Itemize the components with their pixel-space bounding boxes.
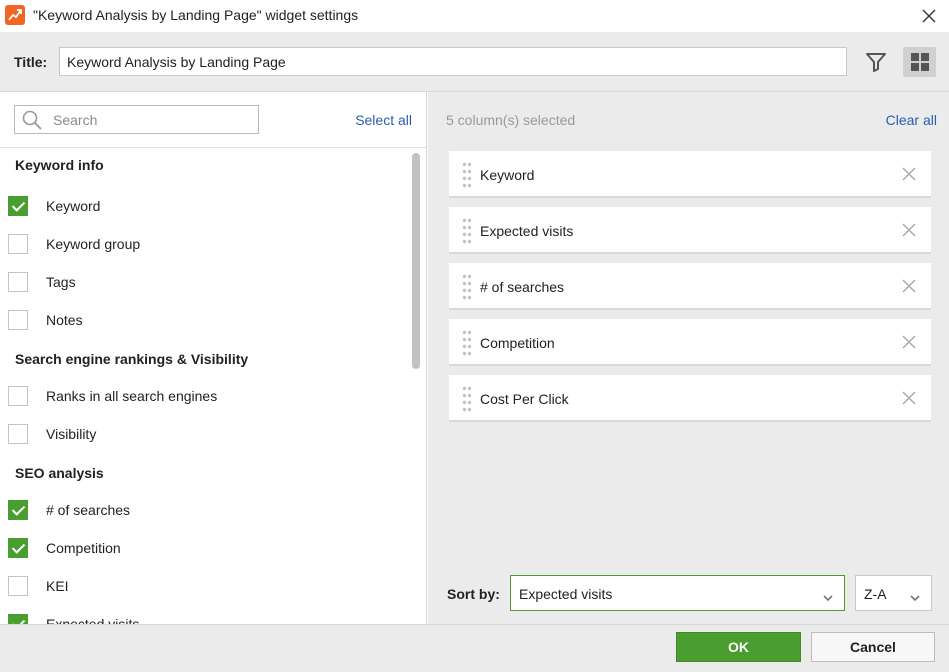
search-icon bbox=[22, 110, 42, 133]
sort-order-dropdown[interactable]: Z-A bbox=[855, 575, 932, 611]
list-item-label: Notes bbox=[46, 312, 83, 328]
selected-column-card[interactable]: Cost Per Click bbox=[449, 375, 931, 422]
remove-column-icon[interactable] bbox=[901, 334, 917, 350]
app-logo-icon bbox=[5, 5, 25, 25]
drag-handle-icon[interactable] bbox=[462, 274, 472, 303]
checkbox[interactable] bbox=[8, 386, 28, 406]
checkbox[interactable] bbox=[8, 576, 28, 596]
list-item[interactable]: Expected visits bbox=[8, 613, 398, 624]
cancel-button[interactable]: Cancel bbox=[811, 632, 935, 662]
selected-columns-panel: 5 column(s) selected Clear all Keyword E… bbox=[428, 92, 949, 624]
sort-by-value: Expected visits bbox=[519, 586, 613, 602]
list-item[interactable]: KEI bbox=[8, 575, 398, 597]
list-item[interactable]: Tags bbox=[8, 271, 398, 293]
list-item-label: Ranks in all search engines bbox=[46, 388, 218, 404]
column-list: Keyword info Keyword Keyword group Tags … bbox=[0, 148, 410, 624]
checkbox[interactable] bbox=[8, 310, 28, 330]
list-item[interactable]: Notes bbox=[8, 309, 398, 331]
checkbox[interactable] bbox=[8, 500, 28, 520]
selected-column-card[interactable]: Competition bbox=[449, 319, 931, 366]
group-heading-keyword-info: Keyword info bbox=[15, 157, 104, 173]
list-item[interactable]: # of searches bbox=[8, 499, 398, 521]
drag-handle-icon[interactable] bbox=[462, 162, 472, 191]
selected-column-card[interactable]: Keyword bbox=[449, 151, 931, 198]
search-box[interactable] bbox=[14, 105, 259, 134]
list-item[interactable]: Ranks in all search engines bbox=[8, 385, 398, 407]
list-item-label: Keyword group bbox=[46, 236, 141, 252]
list-item[interactable]: Keyword group bbox=[8, 233, 398, 255]
chevron-down-icon bbox=[909, 589, 921, 605]
selected-column-label: Competition bbox=[480, 335, 555, 351]
title-row: Title: bbox=[0, 32, 949, 92]
list-item-label: Tags bbox=[46, 274, 76, 290]
checkbox[interactable] bbox=[8, 614, 28, 624]
group-heading-seo-analysis: SEO analysis bbox=[15, 465, 104, 481]
selected-column-label: Expected visits bbox=[480, 223, 574, 239]
search-input[interactable] bbox=[53, 110, 253, 130]
grid-view-icon[interactable] bbox=[903, 47, 936, 77]
list-item-label: # of searches bbox=[46, 502, 131, 518]
list-item-label: KEI bbox=[46, 578, 69, 594]
list-item-label: Expected visits bbox=[46, 616, 140, 624]
ok-button[interactable]: OK bbox=[676, 632, 801, 662]
sort-order-value: Z-A bbox=[864, 586, 887, 602]
remove-column-icon[interactable] bbox=[901, 390, 917, 406]
title-input[interactable] bbox=[59, 47, 847, 76]
list-item-label: Competition bbox=[46, 540, 121, 556]
remove-column-icon[interactable] bbox=[901, 222, 917, 238]
sort-by-dropdown[interactable]: Expected visits bbox=[510, 575, 845, 611]
drag-handle-icon[interactable] bbox=[462, 218, 472, 247]
window-title: "Keyword Analysis by Landing Page" widge… bbox=[33, 7, 359, 23]
list-item-label: Visibility bbox=[46, 426, 97, 442]
available-columns-panel: Select all Keyword info Keyword Keyword … bbox=[0, 92, 427, 624]
scrollbar-thumb[interactable] bbox=[412, 153, 420, 369]
clear-all-link[interactable]: Clear all bbox=[886, 112, 937, 128]
checkbox[interactable] bbox=[8, 538, 28, 558]
selected-column-card[interactable]: Expected visits bbox=[449, 207, 931, 254]
list-item[interactable]: Visibility bbox=[8, 423, 398, 445]
drag-handle-icon[interactable] bbox=[462, 330, 472, 359]
list-item-label: Keyword bbox=[46, 198, 101, 214]
sort-by-label: Sort by: bbox=[447, 586, 500, 602]
selected-count: 5 column(s) selected bbox=[446, 112, 576, 128]
window-titlebar: "Keyword Analysis by Landing Page" widge… bbox=[0, 0, 949, 32]
checkbox[interactable] bbox=[8, 424, 28, 444]
list-item[interactable]: Competition bbox=[8, 537, 398, 559]
selected-column-label: Cost Per Click bbox=[480, 391, 569, 407]
title-label: Title: bbox=[14, 54, 48, 70]
chevron-down-icon bbox=[822, 589, 834, 605]
drag-handle-icon[interactable] bbox=[462, 386, 472, 415]
list-item[interactable]: Keyword bbox=[8, 195, 398, 217]
selected-column-label: Keyword bbox=[480, 167, 535, 183]
remove-column-icon[interactable] bbox=[901, 278, 917, 294]
selected-column-card[interactable]: # of searches bbox=[449, 263, 931, 310]
filter-icon[interactable] bbox=[862, 48, 890, 76]
checkbox[interactable] bbox=[8, 272, 28, 292]
checkbox[interactable] bbox=[8, 196, 28, 216]
scrollbar[interactable] bbox=[411, 152, 421, 620]
dialog-footer: OK Cancel bbox=[0, 624, 949, 672]
selected-column-label: # of searches bbox=[480, 279, 565, 295]
checkbox[interactable] bbox=[8, 234, 28, 254]
group-heading-rankings: Search engine rankings & Visibility bbox=[15, 351, 249, 367]
select-all-link[interactable]: Select all bbox=[355, 112, 412, 128]
remove-column-icon[interactable] bbox=[901, 166, 917, 182]
close-icon[interactable] bbox=[919, 6, 939, 26]
